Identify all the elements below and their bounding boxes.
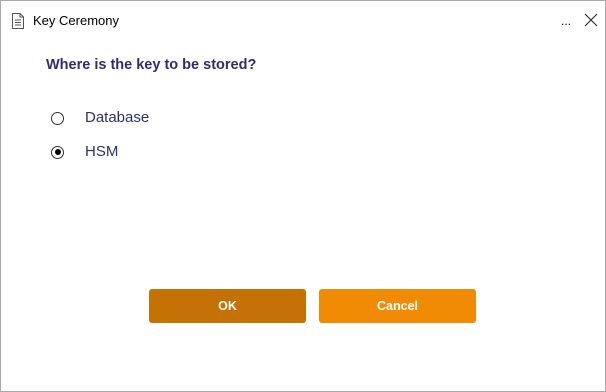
radio-database[interactable]: Database (51, 107, 149, 129)
radio-hsm[interactable]: HSM (51, 141, 118, 163)
radio-selected-dot (54, 149, 61, 155)
radio-label-database: Database (85, 109, 150, 126)
close-button[interactable] (581, 10, 601, 30)
title-bar: Key Ceremony ... (1, 1, 605, 39)
close-icon (584, 13, 598, 27)
radio-button-unselected[interactable] (51, 111, 64, 125)
key-ceremony-dialog: Key Ceremony ... Where is the key to be … (0, 0, 606, 392)
document-icon (11, 13, 25, 29)
radio-label-hsm: HSM (85, 143, 119, 160)
cancel-button[interactable]: Cancel (319, 289, 476, 323)
window-title: Key Ceremony (33, 13, 119, 28)
radio-button-selected[interactable] (51, 145, 64, 159)
more-options-button[interactable]: ... (559, 13, 573, 29)
ok-button[interactable]: OK (149, 289, 306, 323)
storage-question: Where is the key to be stored? (46, 57, 257, 73)
